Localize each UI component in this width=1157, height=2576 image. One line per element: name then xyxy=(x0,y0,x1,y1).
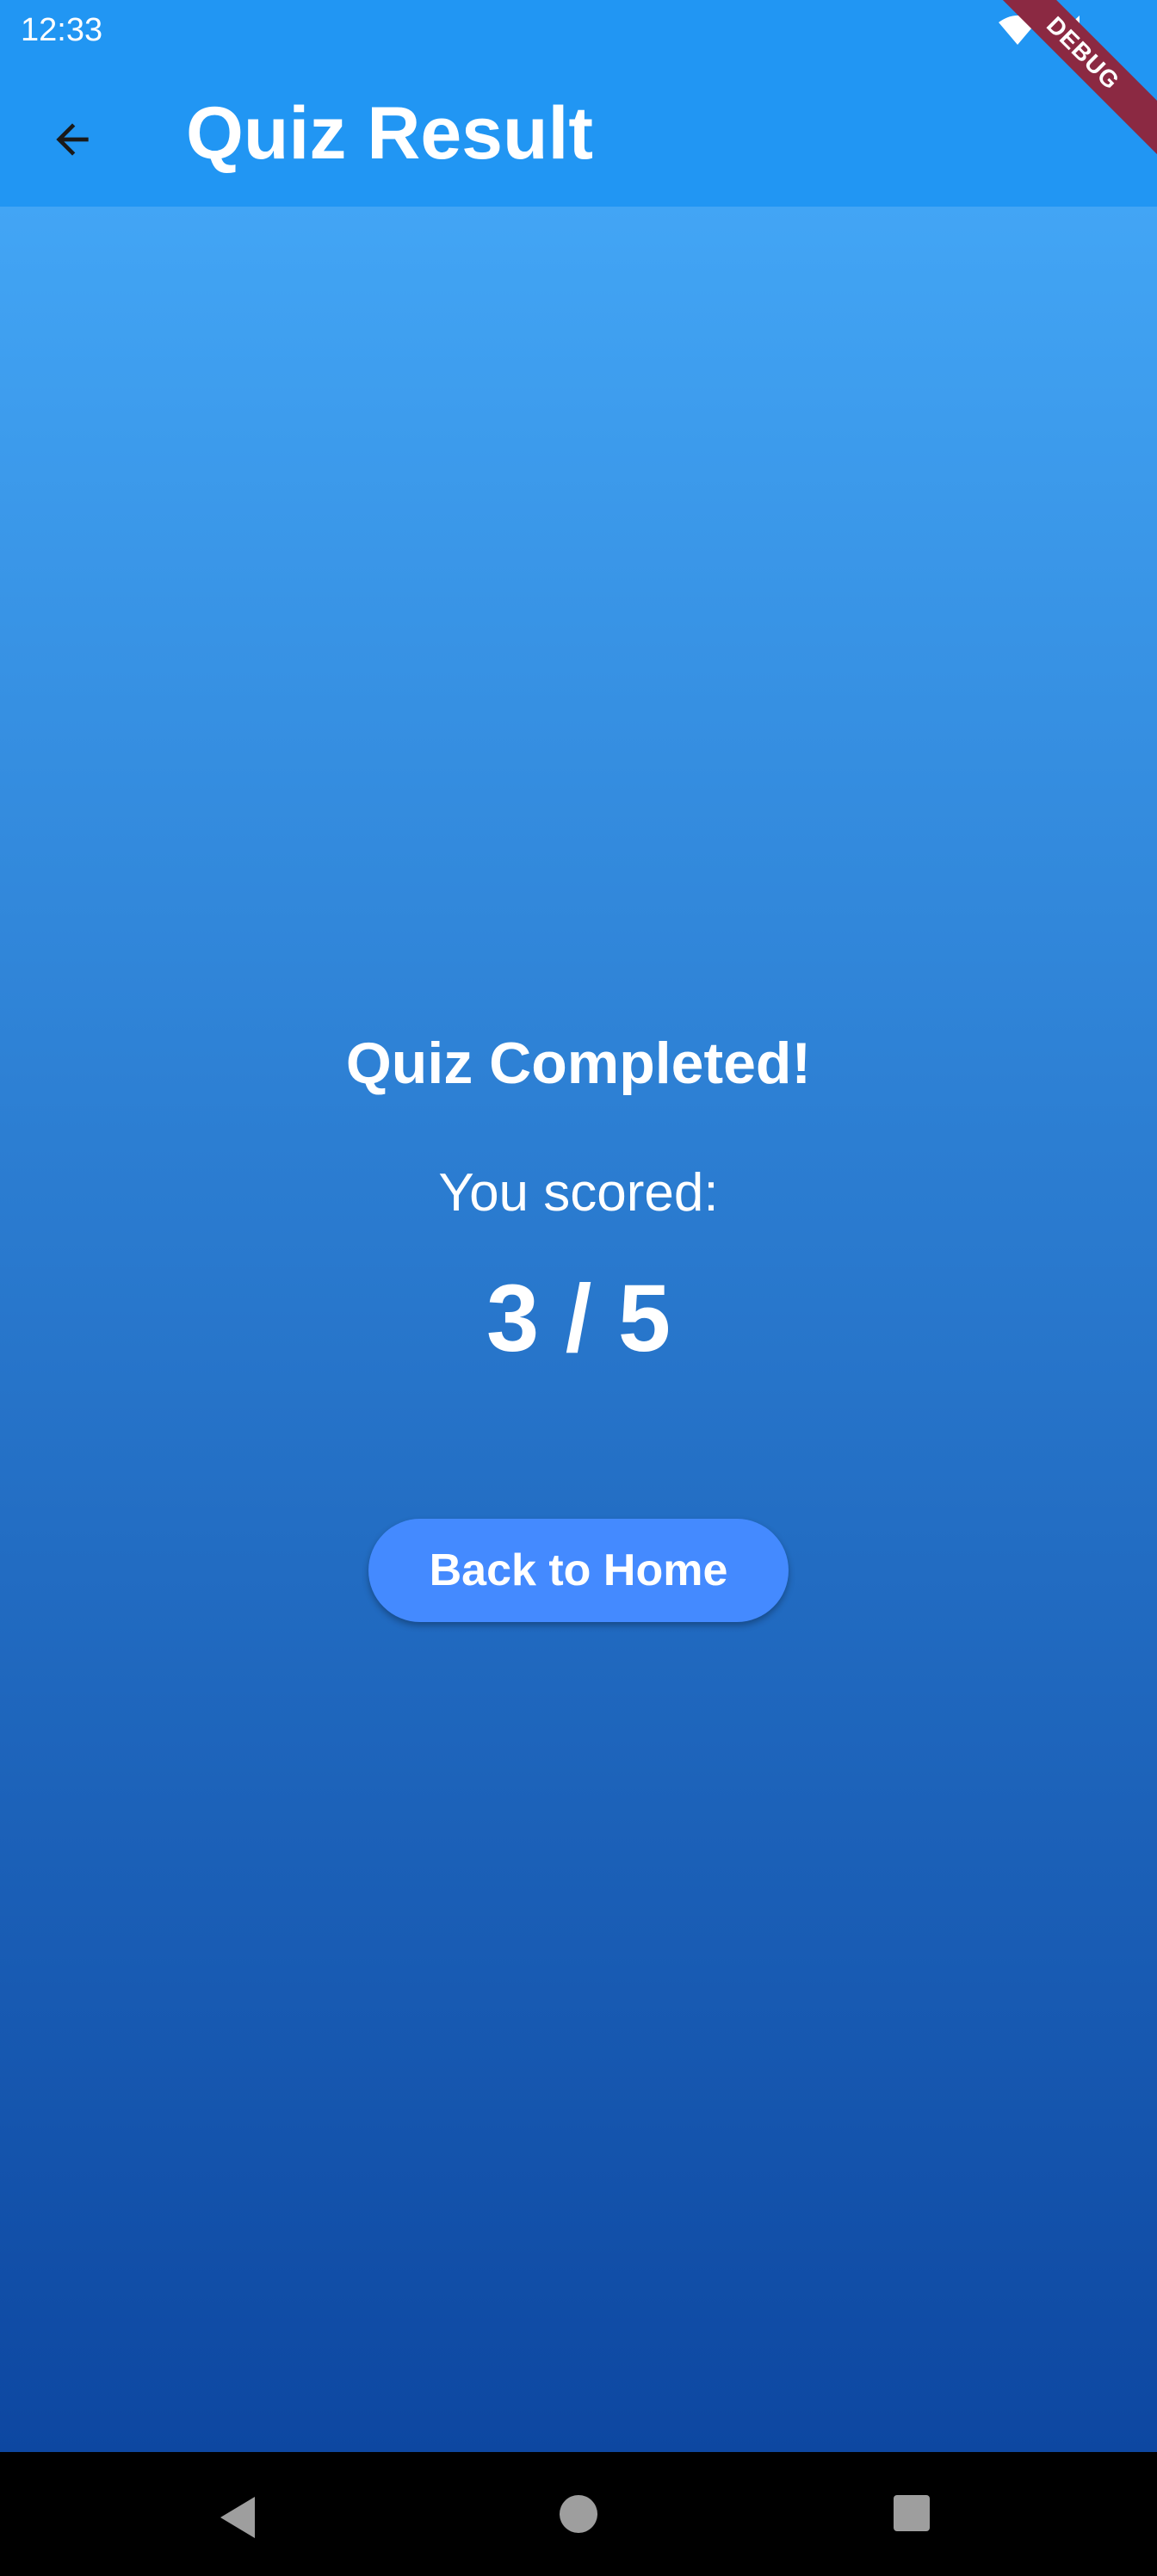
status-bar: 12:33 xyxy=(0,0,1157,64)
result-screen: Quiz Completed! You scored: 3 / 5 Back t… xyxy=(0,207,1157,2452)
score-value: 3 / 5 xyxy=(486,1265,671,1372)
nav-home-icon[interactable] xyxy=(558,2493,599,2535)
status-icons xyxy=(995,14,1081,48)
back-button[interactable] xyxy=(31,98,114,181)
completed-heading: Quiz Completed! xyxy=(345,1031,812,1096)
wifi-icon xyxy=(999,15,1036,45)
scored-label: You scored: xyxy=(438,1162,719,1223)
nav-recents-icon[interactable] xyxy=(892,2493,931,2533)
app-bar: Quiz Result xyxy=(0,64,1157,207)
system-nav-bar xyxy=(0,2452,1157,2576)
result-block: Quiz Completed! You scored: 3 / 5 xyxy=(0,1029,1157,1373)
status-time: 12:33 xyxy=(21,12,103,48)
back-to-home-button[interactable]: Back to Home xyxy=(368,1519,789,1622)
nav-back-icon[interactable] xyxy=(217,2493,258,2542)
page-title: Quiz Result xyxy=(186,92,594,175)
signal-icon xyxy=(1049,15,1080,45)
arrow-back-icon[interactable] xyxy=(48,115,96,164)
